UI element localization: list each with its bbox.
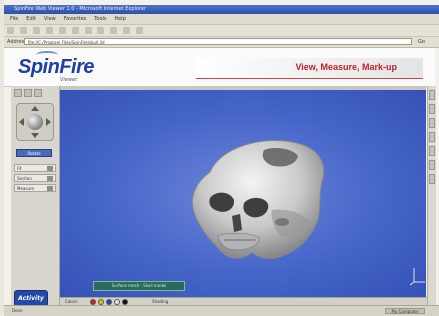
viewport-status-tag: Surface mesh - Skull model: [93, 281, 185, 291]
measure-row[interactable]: Measure: [14, 184, 56, 192]
3d-viewport[interactable]: Surface mesh - Skull model: [60, 90, 426, 297]
ruler-icon: [47, 186, 53, 191]
skull-model[interactable]: [60, 90, 426, 297]
trackball-icon[interactable]: [27, 114, 43, 130]
back-icon[interactable]: [7, 27, 14, 34]
menu-file[interactable]: File: [10, 16, 18, 22]
window-title: SpinFire Web Viewer 1.0 - Microsoft Inte…: [14, 6, 147, 12]
home-icon[interactable]: [58, 27, 66, 34]
banner-title: View, Measure, Mark-up: [295, 62, 397, 72]
arrow-left-icon[interactable]: [19, 118, 24, 126]
menu-edit[interactable]: Edit: [26, 16, 36, 22]
fit-icon: [47, 166, 53, 171]
right-tool-strip: [427, 86, 436, 305]
right-strip-button-2[interactable]: [429, 104, 435, 114]
arrow-down-icon[interactable]: [31, 133, 39, 138]
right-strip-button-6[interactable]: [429, 160, 435, 170]
arrow-right-icon[interactable]: [46, 118, 51, 126]
spinfire-logo: SpinFire: [18, 56, 95, 78]
page-header: SpinFire Viewer View, Measure, Mark-up: [4, 48, 435, 87]
refresh-icon[interactable]: [45, 27, 53, 34]
address-input[interactable]: file://C:/Program Files/SpinFire/skull.3…: [24, 38, 412, 45]
arrow-up-icon[interactable]: [31, 106, 39, 111]
mail-icon[interactable]: [110, 27, 118, 34]
address-bar: Address file://C:/Program Files/SpinFire…: [4, 37, 439, 48]
rotate-mode-button[interactable]: Rotate: [16, 149, 52, 157]
fit-label: Fit: [17, 166, 22, 171]
right-strip-button-3[interactable]: [429, 118, 435, 128]
right-strip-button-7[interactable]: [429, 174, 435, 184]
go-button[interactable]: Go: [418, 38, 425, 46]
edit-icon[interactable]: [136, 27, 144, 34]
section-icon: [47, 176, 53, 181]
zone-indicator: My Computer: [385, 308, 425, 314]
right-strip-button-1[interactable]: [429, 90, 435, 100]
navigation-pad[interactable]: [16, 103, 54, 141]
section-row[interactable]: Section: [14, 174, 56, 182]
browser-status-bar: Done My Computer: [4, 305, 439, 316]
forward-icon[interactable]: [19, 27, 27, 34]
menu-help[interactable]: Help: [114, 16, 125, 22]
fit-row[interactable]: Fit: [14, 164, 56, 172]
menu-favorites[interactable]: Favorites: [64, 16, 87, 22]
select-tool-icon[interactable]: [14, 89, 22, 97]
right-strip-button-4[interactable]: [429, 132, 435, 142]
browser-toolbar: [4, 25, 439, 37]
history-icon[interactable]: [97, 27, 105, 34]
right-strip-button-5[interactable]: [429, 146, 435, 156]
axis-triad-icon: [409, 268, 425, 286]
menu-tools[interactable]: Tools: [94, 16, 106, 22]
logo-tagline: Viewer: [60, 77, 78, 83]
section-label: Section: [17, 176, 32, 181]
favorites-icon[interactable]: [84, 27, 92, 34]
window-titlebar: SpinFire Web Viewer 1.0 - Microsoft Inte…: [4, 5, 439, 14]
search-icon[interactable]: [71, 27, 79, 34]
page-banner: View, Measure, Mark-up: [196, 58, 423, 79]
print-icon[interactable]: [123, 27, 131, 34]
zoom-tool-icon[interactable]: [34, 89, 42, 97]
menu-view[interactable]: View: [44, 16, 56, 22]
measure-label: Measure: [17, 186, 34, 191]
pan-tool-icon[interactable]: [24, 89, 32, 97]
left-tool-panel: Rotate Fit Section Measure: [11, 86, 60, 305]
menu-bar: File Edit View Favorites Tools Help: [4, 14, 439, 25]
stop-icon[interactable]: [32, 27, 40, 34]
